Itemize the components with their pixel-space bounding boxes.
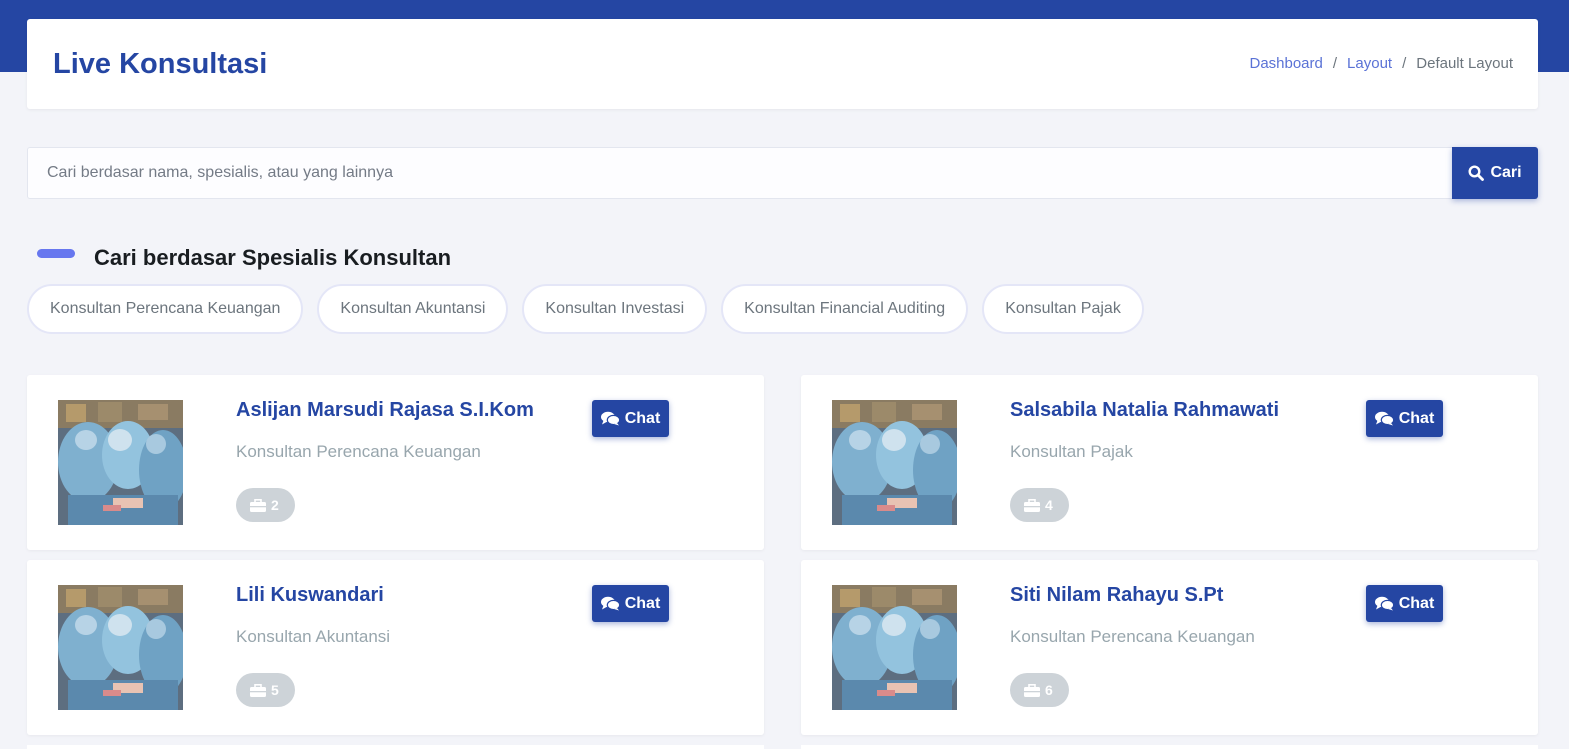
- experience-count: 4: [1045, 497, 1053, 513]
- comments-icon: [600, 596, 620, 611]
- breadcrumb-separator: /: [1402, 55, 1407, 72]
- consultant-photo: [58, 585, 183, 710]
- search-icon: [1468, 165, 1485, 181]
- consultant-specialty: Konsultan Perencana Keuangan: [1010, 627, 1255, 646]
- consultant-specialty: Konsultan Akuntansi: [236, 627, 391, 646]
- consultant-card: Siti Nilam Rahayu S.Pt Konsultan Perenca…: [801, 560, 1538, 735]
- search-bar: Cari: [27, 147, 1538, 199]
- comments-icon: [1374, 596, 1394, 611]
- chat-button[interactable]: Chat: [592, 585, 669, 622]
- experience-badge: 6: [1010, 673, 1069, 707]
- consultant-card-partial: [27, 745, 764, 749]
- breadcrumb-dashboard[interactable]: Dashboard: [1249, 55, 1322, 72]
- chip-perencana-keuangan[interactable]: Konsultan Perencana Keuangan: [27, 284, 304, 334]
- breadcrumb-current: Default Layout: [1416, 55, 1513, 72]
- consultant-name[interactable]: Aslijan Marsudi Rajasa S.I.Kom: [236, 399, 534, 422]
- consultant-photo: [832, 400, 957, 525]
- briefcase-icon: [1024, 683, 1040, 697]
- chat-button-label: Chat: [1398, 409, 1435, 427]
- briefcase-icon: [250, 683, 266, 697]
- search-input[interactable]: [27, 147, 1452, 199]
- comments-icon: [1374, 411, 1394, 426]
- consultant-specialty: Konsultan Perencana Keuangan: [236, 442, 481, 461]
- chat-button[interactable]: Chat: [1366, 585, 1443, 622]
- briefcase-icon: [1024, 498, 1040, 512]
- chat-button-label: Chat: [624, 409, 661, 427]
- breadcrumb: Dashboard / Layout / Default Layout: [1249, 55, 1513, 72]
- specialist-filter-chips: Konsultan Perencana Keuangan Konsultan A…: [27, 284, 1144, 334]
- experience-count: 2: [271, 497, 279, 513]
- consultant-card-partial: [801, 745, 1538, 749]
- consultant-card: Aslijan Marsudi Rajasa S.I.Kom Konsultan…: [27, 375, 764, 550]
- chat-button-label: Chat: [624, 594, 661, 612]
- section-accent-bar: [37, 248, 75, 258]
- consultant-card: Lili Kuswandari Konsultan Akuntansi 5 Ch…: [27, 560, 764, 735]
- search-button-label: Cari: [1490, 164, 1522, 181]
- experience-count: 5: [271, 682, 279, 698]
- chat-button[interactable]: Chat: [1366, 400, 1443, 437]
- comments-icon: [600, 411, 620, 426]
- consultant-name[interactable]: Salsabila Natalia Rahmawati: [1010, 399, 1279, 422]
- specialist-section-heading: Cari berdasar Spesialis Konsultan: [37, 243, 451, 271]
- consultant-specialty: Konsultan Pajak: [1010, 442, 1133, 461]
- consultant-photo: [58, 400, 183, 525]
- experience-badge: 5: [236, 673, 295, 707]
- breadcrumb-separator: /: [1332, 55, 1338, 72]
- chip-investasi[interactable]: Konsultan Investasi: [522, 284, 708, 334]
- page-title: Live Konsultasi: [53, 48, 268, 80]
- chip-pajak[interactable]: Konsultan Pajak: [982, 284, 1144, 334]
- consultant-name[interactable]: Lili Kuswandari: [236, 584, 384, 607]
- experience-badge: 4: [1010, 488, 1069, 522]
- chip-akuntansi[interactable]: Konsultan Akuntansi: [317, 284, 509, 334]
- search-button[interactable]: Cari: [1452, 147, 1538, 199]
- consultant-photo: [832, 585, 957, 710]
- consultant-name[interactable]: Siti Nilam Rahayu S.Pt: [1010, 584, 1223, 607]
- chip-financial-auditing[interactable]: Konsultan Financial Auditing: [721, 284, 969, 334]
- section-header: Live Konsultasi Dashboard / Layout / Def…: [27, 19, 1538, 109]
- briefcase-icon: [250, 498, 266, 512]
- experience-badge: 2: [236, 488, 295, 522]
- chat-button-label: Chat: [1398, 594, 1435, 612]
- breadcrumb-layout[interactable]: Layout: [1347, 55, 1392, 72]
- consultant-card: Salsabila Natalia Rahmawati Konsultan Pa…: [801, 375, 1538, 550]
- chat-button[interactable]: Chat: [592, 400, 669, 437]
- specialist-section-title: Cari berdasar Spesialis Konsultan: [94, 245, 452, 270]
- experience-count: 6: [1045, 682, 1053, 698]
